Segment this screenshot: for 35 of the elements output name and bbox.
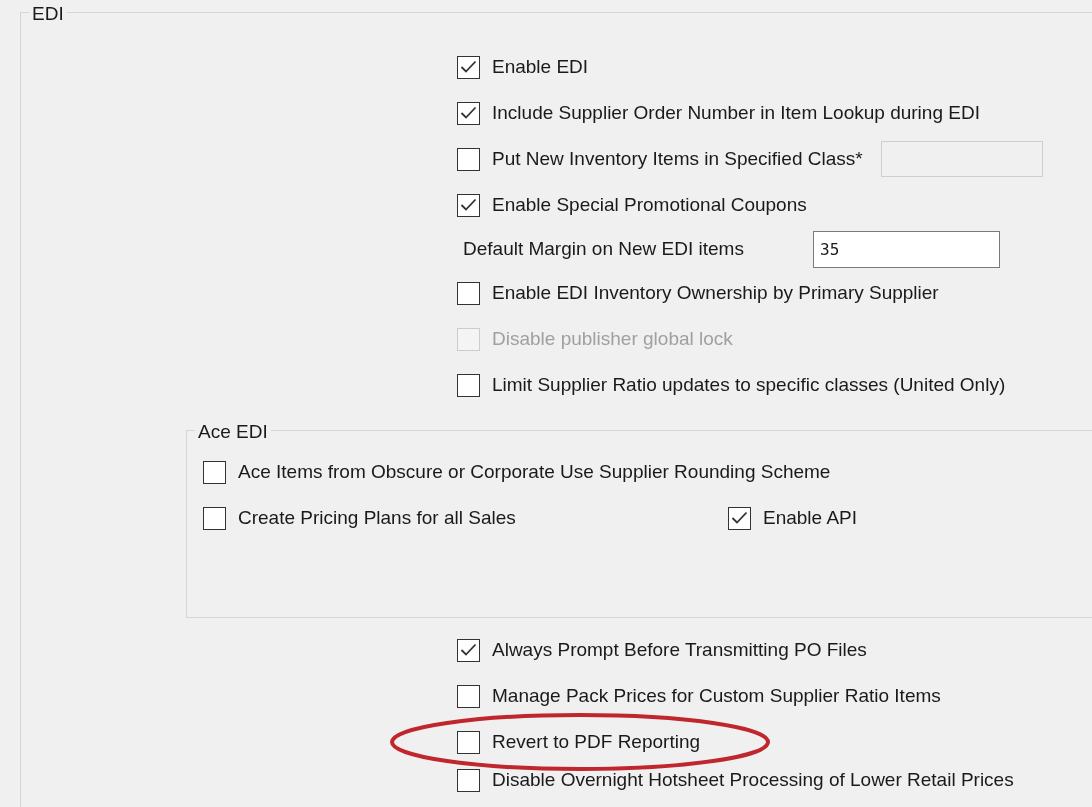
- checkbox[interactable]: [457, 281, 480, 305]
- checkbox[interactable]: [457, 55, 480, 79]
- checkbox[interactable]: [457, 193, 480, 217]
- check-icon: [460, 643, 477, 657]
- option-label: Enable API: [763, 505, 858, 530]
- checkbox[interactable]: [457, 638, 480, 662]
- margin-label: Default Margin on New EDI items: [463, 236, 745, 261]
- class-field[interactable]: [880, 141, 1043, 177]
- checkbox[interactable]: [203, 506, 226, 530]
- checkbox[interactable]: [457, 730, 480, 754]
- option-label: Include Supplier Order Number in Item Lookup during EDI: [492, 100, 980, 125]
- option-label: Put New Inventory Items in Specified Class*: [492, 146, 863, 171]
- option-label: Enable EDI Inventory Ownership by Primary Supplier: [492, 280, 939, 305]
- option-label: Disable publisher global lock: [492, 326, 733, 351]
- checkbox[interactable]: [728, 506, 751, 530]
- checkbox[interactable]: [457, 373, 480, 397]
- option-label: Revert to PDF Reporting: [492, 729, 701, 754]
- option-label: Limit Supplier Ratio updates to specific classes (United Only): [492, 372, 1006, 397]
- option-label: Always Prompt Before Transmitting PO Files: [492, 637, 867, 662]
- checkbox[interactable]: [457, 768, 480, 792]
- check-icon: [460, 60, 477, 74]
- checkbox[interactable]: [457, 684, 480, 708]
- check-icon: [460, 106, 477, 120]
- option-label: Disable Overnight Hotsheet Processing of Lower Retail Prices: [492, 767, 1014, 792]
- checkbox[interactable]: [457, 101, 480, 125]
- check-icon: [731, 511, 748, 525]
- option-label: Enable EDI: [492, 54, 589, 79]
- option-label: Manage Pack Prices for Custom Supplier Ratio Items: [492, 683, 941, 708]
- margin-field[interactable]: 35: [813, 230, 1000, 268]
- check-icon: [460, 198, 477, 212]
- checkbox[interactable]: [457, 147, 480, 171]
- checkbox[interactable]: [203, 460, 226, 484]
- option-label: Ace Items from Obscure or Corporate Use Supplier Rounding Scheme: [238, 459, 831, 484]
- option-label: Enable Special Promotional Coupons: [492, 192, 807, 217]
- option-label: Create Pricing Plans for all Sales: [238, 505, 516, 530]
